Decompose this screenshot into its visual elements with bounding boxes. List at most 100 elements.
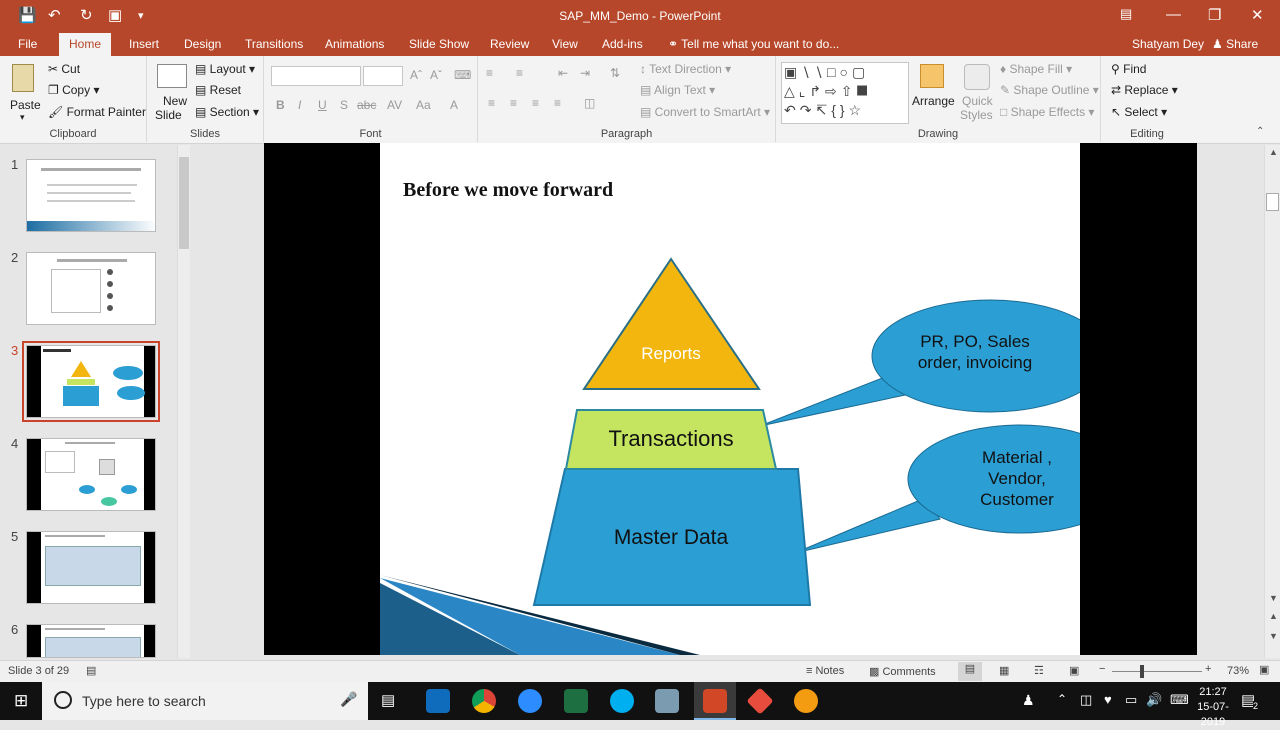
bullets-icon[interactable]: ≡	[486, 66, 493, 80]
show-hidden-icons[interactable]: ⌃	[1057, 692, 1067, 706]
slide-thumbnail-5[interactable]	[26, 531, 156, 604]
minimize-icon[interactable]: —	[1166, 6, 1181, 23]
shape-fill-button[interactable]: ♦ Shape Fill ▾	[1000, 62, 1072, 76]
spell-check-icon[interactable]: ▤	[86, 664, 96, 677]
zoom-out-icon[interactable]: −	[1099, 663, 1105, 675]
slide-scrollbar[interactable]: ▲ ▼ ▲ ▼	[1264, 145, 1280, 658]
transactions-label[interactable]: Transactions	[572, 426, 770, 452]
font-color-button[interactable]: A	[450, 98, 458, 112]
chrome-icon[interactable]	[472, 689, 496, 713]
wifi-icon[interactable]: ♥	[1104, 692, 1112, 707]
zoom-app-icon[interactable]	[518, 689, 542, 713]
next-slide-icon[interactable]: ▼	[1269, 631, 1278, 641]
layout-button[interactable]: ▤ Layout ▾	[195, 62, 255, 76]
battery-icon[interactable]: ▭	[1125, 692, 1137, 708]
tab-file[interactable]: File	[18, 37, 37, 51]
slide-thumbnail-1[interactable]	[26, 159, 156, 232]
slideshow-icon[interactable]: ▣	[1069, 664, 1079, 677]
tab-review[interactable]: Review	[490, 37, 529, 51]
master-data-label[interactable]: Master Data	[572, 526, 770, 550]
tell-me-search[interactable]: ⚭ Tell me what you want to do...	[668, 37, 839, 51]
collapse-ribbon-icon[interactable]: ⌃	[1256, 126, 1264, 137]
quick-styles-button[interactable]: Quick Styles	[958, 60, 998, 122]
slide-sorter-icon[interactable]: ▦	[999, 664, 1009, 677]
sap-logon-icon[interactable]	[655, 689, 679, 713]
network-icon[interactable]: ◫	[1080, 692, 1092, 708]
find-button[interactable]: ⚲ Find	[1111, 62, 1146, 76]
comments-button[interactable]: ▩ Comments	[869, 665, 936, 678]
section-button[interactable]: ▤ Section ▾	[195, 105, 259, 119]
tab-design[interactable]: Design	[184, 37, 221, 51]
grow-font-icon[interactable]: Aˆ	[410, 68, 422, 82]
numbering-icon[interactable]: ≡	[516, 66, 523, 80]
shape-outline-button[interactable]: ✎ Shape Outline ▾	[1000, 83, 1099, 97]
text-direction-button[interactable]: ↕ Text Direction ▾	[640, 62, 731, 76]
current-slide[interactable]: Before we move forward Reports Transacti…	[264, 143, 1197, 655]
align-text-button[interactable]: ▤ Align Text ▾	[640, 83, 715, 97]
justify-icon[interactable]: ≡	[554, 96, 561, 110]
reading-view-icon[interactable]: ☶	[1034, 664, 1044, 677]
close-icon[interactable]: ✕	[1251, 6, 1264, 24]
convert-smartart-button[interactable]: ▤ Convert to SmartArt ▾	[640, 105, 770, 119]
font-size-dropdown[interactable]	[363, 66, 403, 86]
font-name-dropdown[interactable]	[271, 66, 361, 86]
reset-button[interactable]: ▤ Reset	[195, 83, 241, 97]
align-left-icon[interactable]: ≡	[488, 96, 495, 110]
italic-button[interactable]: I	[298, 98, 301, 112]
bold-button[interactable]: B	[276, 98, 285, 112]
slide-thumbnail-2[interactable]	[26, 252, 156, 325]
underline-button[interactable]: U	[318, 98, 327, 112]
tab-slide-show[interactable]: Slide Show	[409, 37, 469, 51]
align-right-icon[interactable]: ≡	[532, 96, 539, 110]
keyboard-icon[interactable]: ⌨	[1170, 692, 1189, 708]
zoom-slider[interactable]	[1112, 671, 1202, 672]
arrange-button[interactable]: Arrange	[912, 60, 955, 122]
paste-button[interactable]: Paste ▾	[6, 60, 42, 122]
restore-icon[interactable]: ❐	[1208, 6, 1221, 24]
columns-icon[interactable]: ◫	[584, 96, 595, 110]
fit-slide-icon[interactable]: ▣	[1259, 663, 1269, 676]
reports-label[interactable]: Reports	[612, 344, 730, 364]
callout-2-text[interactable]: Material , Vendor, Customer	[952, 447, 1080, 510]
volume-icon[interactable]: 🔊	[1146, 692, 1162, 708]
select-button[interactable]: ↖ Select ▾	[1111, 105, 1167, 119]
microphone-icon[interactable]: 🎤	[340, 691, 357, 708]
task-view-icon[interactable]: ▤	[381, 691, 395, 709]
replace-button[interactable]: ⇄ Replace ▾	[1111, 83, 1178, 97]
strikethrough-button[interactable]: abc	[357, 98, 376, 112]
decrease-indent-icon[interactable]: ⇤	[558, 66, 568, 80]
increase-indent-icon[interactable]: ⇥	[580, 66, 590, 80]
thumbnails-scrollbar[interactable]	[177, 145, 190, 658]
zoom-level[interactable]: 73%	[1227, 665, 1249, 677]
tab-insert[interactable]: Insert	[129, 37, 159, 51]
scrollbar-thumb[interactable]	[1266, 193, 1279, 211]
previous-slide-icon[interactable]: ▲	[1269, 611, 1278, 621]
excel-icon[interactable]	[564, 689, 588, 713]
shapes-gallery[interactable]: ▣∖∖□○▢ △⌞↱⇨⇧⯀ ↶↷↸{}☆	[781, 62, 909, 124]
slide-thumbnail-3[interactable]	[22, 341, 160, 422]
user-name[interactable]: Shatyam Dey	[1132, 37, 1204, 51]
clear-formatting-icon[interactable]: ⌨	[454, 68, 471, 82]
shadow-button[interactable]: S	[340, 98, 348, 112]
scrollbar-thumb[interactable]	[179, 157, 189, 249]
ribbon-display-icon[interactable]: ▤	[1120, 6, 1132, 22]
scroll-up-icon[interactable]: ▲	[1269, 147, 1278, 157]
zoom-in-icon[interactable]: +	[1205, 663, 1211, 675]
tab-animations[interactable]: Animations	[325, 37, 384, 51]
tab-transitions[interactable]: Transitions	[245, 37, 303, 51]
package-icon[interactable]	[746, 687, 774, 715]
align-center-icon[interactable]: ≡	[510, 96, 517, 110]
snip-app-icon[interactable]	[794, 689, 818, 713]
shape-effects-button[interactable]: □ Shape Effects ▾	[1000, 105, 1094, 119]
slide-thumbnail-6[interactable]	[26, 624, 156, 658]
taskbar-clock[interactable]: 21:27 15-07-2019	[1190, 685, 1236, 730]
new-slide-button[interactable]: New Slide	[153, 60, 193, 122]
tab-add-ins[interactable]: Add-ins	[602, 37, 643, 51]
tab-home[interactable]: Home	[59, 33, 112, 56]
scroll-down-icon[interactable]: ▼	[1269, 593, 1278, 603]
character-spacing-button[interactable]: AV	[387, 98, 402, 112]
outlook-icon[interactable]	[426, 689, 450, 713]
share-button[interactable]: ♟ Share	[1212, 37, 1258, 51]
shrink-font-icon[interactable]: Aˇ	[430, 68, 442, 82]
normal-view-icon[interactable]: ▤	[958, 662, 982, 681]
